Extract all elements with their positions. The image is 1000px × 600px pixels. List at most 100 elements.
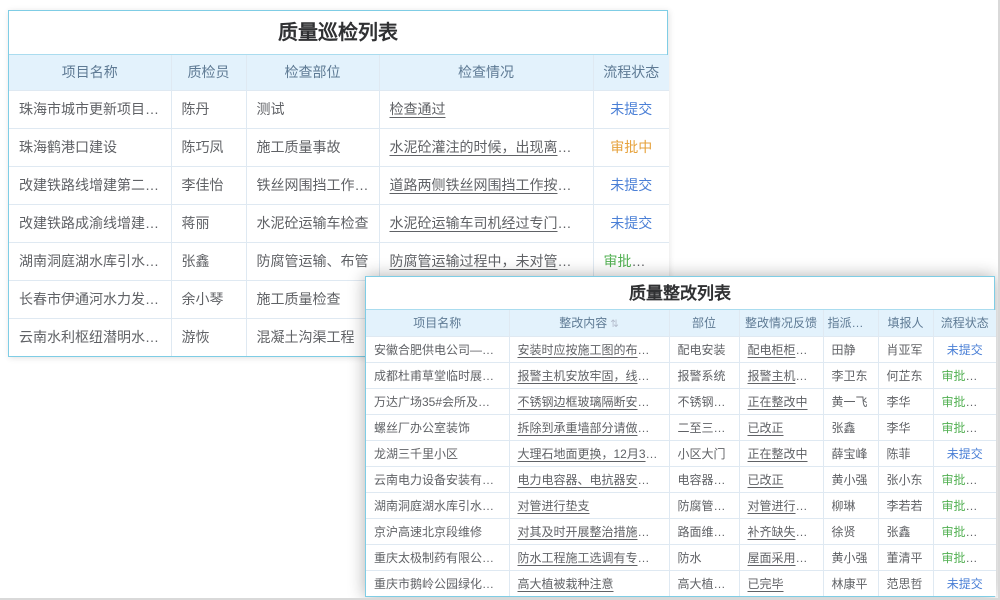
status-badge: 未提交 — [947, 577, 983, 591]
status-cell: 未提交 — [593, 166, 669, 204]
project-link[interactable]: 湖南洞庭湖水库引水工... — [9, 242, 171, 280]
rectify-content: 报警主机安放牢固，线缆连接... — [518, 369, 670, 383]
inspection-table-title: 质量巡检列表 — [9, 11, 667, 55]
rectify-part: 防腐管运输... — [669, 492, 739, 518]
status-badge: 审批通过 — [604, 253, 660, 269]
project-link[interactable]: 云南电力设备安装有限公司20... — [366, 466, 509, 492]
project-link[interactable]: 改建铁路成渝线增建第... — [9, 204, 171, 242]
status-badge: 未提交 — [610, 215, 652, 231]
rectify-feedback: 正在整改中 — [748, 395, 808, 409]
content-cell: 拆除到承重墙部分请做好加固... — [509, 414, 669, 440]
rectify-part: 电容器安装... — [669, 466, 739, 492]
project-link[interactable]: 珠海市城市更新项目紫... — [9, 90, 171, 128]
project-link[interactable]: 螺丝厂办公室装饰 — [366, 414, 509, 440]
project-link[interactable]: 龙湖三千里小区 — [366, 440, 509, 466]
project-link[interactable]: 安徽合肥供电公司—配电设备... — [366, 336, 509, 362]
content-cell: 对管进行垫支 — [509, 492, 669, 518]
project-link[interactable]: 万达广场35#会所及咖啡厅空... — [366, 388, 509, 414]
inspection-part: 水泥砼运输车检查 — [246, 204, 379, 242]
inspection-situation: 道路两侧铁丝网围挡工作按设计... — [390, 177, 594, 193]
assignee-name: 张鑫 — [823, 414, 878, 440]
inspection-part: 测试 — [246, 90, 379, 128]
table-row: 安徽合肥供电公司—配电设备... 安装时应按施工图的布置，将... 配电安装 配… — [366, 336, 996, 362]
reporter-name: 何芷东 — [878, 362, 933, 388]
table-row: 珠海市城市更新项目紫... 陈丹 测试 检查通过 未提交 — [9, 90, 669, 128]
col-header-feedback: 整改情况反馈 — [739, 310, 823, 336]
project-link[interactable]: 京沪高速北京段维修 — [366, 518, 509, 544]
project-link[interactable]: 湖南洞庭湖水库引水工程施工1标 — [366, 492, 509, 518]
rectify-content: 拆除到承重墙部分请做好加固... — [518, 421, 670, 435]
status-cell: 未提交 — [593, 204, 669, 242]
col-header-project: 项目名称 — [9, 55, 171, 90]
project-link[interactable]: 重庆市鹅岭公园绿化景观提升... — [366, 570, 509, 596]
project-link[interactable]: 云南水利枢纽潜明水库... — [9, 318, 171, 356]
project-link[interactable]: 珠海鹤港口建设 — [9, 128, 171, 166]
inspector-name: 张鑫 — [171, 242, 246, 280]
inspector-name: 陈丹 — [171, 90, 246, 128]
col-header-content-label: 整改内容 — [559, 316, 607, 330]
reporter-name: 李华 — [878, 414, 933, 440]
rectify-header-row: 项目名称 整改内容⇅ 部位 整改情况反馈 指派人员 填报人 流程状态 — [366, 310, 996, 336]
table-row: 改建铁路成渝线增建第... 蒋丽 水泥砼运输车检查 水泥砼运输车司机经过专门培训… — [9, 204, 669, 242]
project-link[interactable]: 重庆太极制药有限公司亳州中... — [366, 544, 509, 570]
table-row: 湖南洞庭湖水库引水工... 张鑫 防腐管运输、布管 防腐管运输过程中，未对管进行… — [9, 242, 669, 280]
rectify-feedback: 对管进行垫支 — [748, 499, 820, 513]
rectify-content: 对管进行垫支 — [518, 499, 590, 513]
col-header-inspector: 质检员 — [171, 55, 246, 90]
rectify-part: 报警系统 — [669, 362, 739, 388]
reporter-name: 张鑫 — [878, 518, 933, 544]
status-cell: 审批通过 — [933, 466, 996, 492]
col-header-part: 部位 — [669, 310, 739, 336]
rectify-table-title: 质量整改列表 — [366, 277, 994, 310]
content-cell: 对其及时开展整治措施，桥头... — [509, 518, 669, 544]
inspector-name: 余小琴 — [171, 280, 246, 318]
assignee-name: 柳琳 — [823, 492, 878, 518]
rectify-content: 防水工程施工选调有专业资质... — [518, 551, 670, 565]
status-badge: 审批通过 — [942, 369, 990, 383]
content-cell: 安装时应按施工图的布置，将... — [509, 336, 669, 362]
rectify-part: 配电安装 — [669, 336, 739, 362]
rectify-part: 不锈钢安装... — [669, 388, 739, 414]
rectify-part: 高大植被栽种 — [669, 570, 739, 596]
status-badge: 审批通过 — [942, 395, 990, 409]
rectify-table-card: 质量整改列表 项目名称 整改内容⇅ 部位 整改情况反馈 指派人员 填报人 流程状… — [365, 276, 995, 597]
reporter-name: 肖亚军 — [878, 336, 933, 362]
assignee-name: 徐贤 — [823, 518, 878, 544]
status-cell: 审批通过 — [933, 492, 996, 518]
inspection-situation: 防腐管运输过程中，未对管进行... — [390, 253, 594, 269]
feedback-cell: 正在整改中 — [739, 440, 823, 466]
status-cell: 未提交 — [933, 440, 996, 466]
rectify-feedback: 已改正 — [748, 473, 784, 487]
table-row: 改建铁路线增建第二线... 李佳怡 铁丝网围挡工作检查 道路两侧铁丝网围挡工作按… — [9, 166, 669, 204]
table-row: 万达广场35#会所及咖啡厅空... 不锈钢边框玻璃隔断安装不牢... 不锈钢安装… — [366, 388, 996, 414]
table-row: 成都杜甫草堂临时展厅独立展... 报警主机安放牢固，线缆连接... 报警系统 报… — [366, 362, 996, 388]
col-header-situation: 检查情况 — [379, 55, 593, 90]
rectify-part: 防水 — [669, 544, 739, 570]
feedback-cell: 屋面采用聚氨... — [739, 544, 823, 570]
rectify-part: 二至三楼混... — [669, 414, 739, 440]
col-header-content[interactable]: 整改内容⇅ — [509, 310, 669, 336]
project-link[interactable]: 成都杜甫草堂临时展厅独立展... — [366, 362, 509, 388]
reporter-name: 张小东 — [878, 466, 933, 492]
reporter-name: 董清平 — [878, 544, 933, 570]
situation-cell: 检查通过 — [379, 90, 593, 128]
feedback-cell: 报警主机安放... — [739, 362, 823, 388]
rectify-content: 不锈钢边框玻璃隔断安装不牢... — [518, 395, 670, 409]
feedback-cell: 正在整改中 — [739, 388, 823, 414]
rectify-content: 电力电容器、电抗器安装方案... — [518, 473, 670, 487]
status-badge: 未提交 — [947, 447, 983, 461]
status-badge: 未提交 — [947, 343, 983, 357]
status-cell: 审批通过 — [933, 518, 996, 544]
status-badge: 审批通过 — [942, 473, 990, 487]
sort-icon[interactable]: ⇅ — [610, 319, 618, 330]
project-link[interactable]: 改建铁路线增建第二线... — [9, 166, 171, 204]
rectify-content: 对其及时开展整治措施，桥头... — [518, 525, 670, 539]
project-link[interactable]: 长春市伊通河水力发电... — [9, 280, 171, 318]
rectify-table: 项目名称 整改内容⇅ 部位 整改情况反馈 指派人员 填报人 流程状态 安徽合肥供… — [366, 310, 996, 596]
content-cell: 电力电容器、电抗器安装方案... — [509, 466, 669, 492]
status-badge: 审批通过 — [942, 525, 990, 539]
feedback-cell: 已改正 — [739, 414, 823, 440]
reporter-name: 陈菲 — [878, 440, 933, 466]
assignee-name: 黄小强 — [823, 466, 878, 492]
rectify-feedback: 屋面采用聚氨... — [748, 551, 824, 565]
